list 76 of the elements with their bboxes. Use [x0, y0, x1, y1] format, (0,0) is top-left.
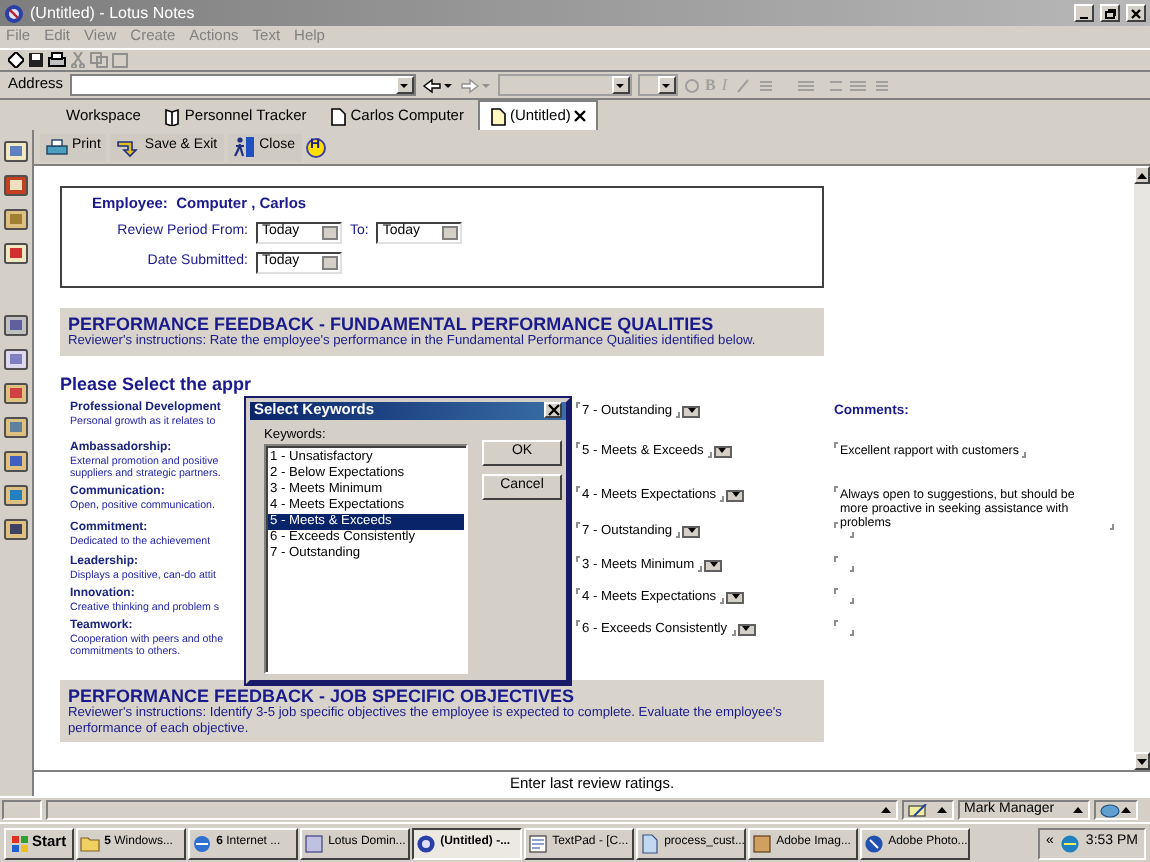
dropdown-arrow-icon: [716, 446, 729, 457]
bookmark-icon[interactable]: [4, 138, 28, 162]
bookmark-icon[interactable]: [4, 346, 28, 370]
bookmark-icon[interactable]: [4, 380, 28, 404]
bookmark-icon[interactable]: [4, 312, 28, 336]
down-arrow-icon: [1136, 757, 1148, 765]
network-icon[interactable]: [1059, 833, 1080, 853]
app-icon: [864, 833, 885, 853]
restore-button[interactable]: [1100, 4, 1120, 22]
printer-icon: [46, 138, 68, 156]
app-icon: [80, 833, 101, 853]
app-icon: [640, 833, 661, 853]
mail-panel[interactable]: [1094, 800, 1138, 820]
bookmark-icon[interactable]: [4, 448, 28, 472]
page-icon: [489, 107, 506, 125]
up-caret-icon: [936, 806, 948, 814]
style-dropdown[interactable]: [497, 74, 632, 96]
windows-logo-icon: [12, 835, 28, 851]
keyword-button[interactable]: [726, 591, 745, 604]
section-title: PERFORMANCE FEEDBACK - JOB SPECIFIC OBJECTIVES: [68, 685, 577, 706]
pen-icon: [908, 803, 928, 817]
dropdown-arrow-icon: [614, 79, 627, 91]
back-arrow-icon[interactable]: [421, 77, 454, 93]
up-arrow-icon: [1136, 171, 1148, 179]
size-dropdown[interactable]: [637, 74, 678, 96]
dropdown-arrow-icon: [740, 624, 753, 635]
bookmark-icon[interactable]: [4, 516, 28, 540]
dropdown-arrow-icon: [707, 560, 720, 571]
keyword-button[interactable]: [713, 445, 732, 458]
section-title: PERFORMANCE FEEDBACK - FUNDAMENTAL PERFORMANCE QUALITIES: [68, 313, 716, 334]
close-icon: [1130, 7, 1142, 19]
dropdown-arrow-icon: [729, 490, 742, 501]
minimize-button[interactable]: [1074, 4, 1094, 22]
new-icon[interactable]: [8, 52, 24, 68]
disk-icon: [1100, 803, 1120, 817]
restore-icon: [1104, 7, 1116, 19]
page-icon: [330, 108, 347, 126]
bookmark-icon[interactable]: [4, 172, 28, 196]
bookmark-icon[interactable]: [4, 240, 28, 264]
app-icon: [416, 833, 437, 853]
app-icon: [192, 833, 213, 853]
keyword-button[interactable]: [737, 623, 756, 636]
bookmark-icon[interactable]: [4, 414, 28, 438]
bookmark-icon[interactable]: [4, 482, 28, 506]
window-title: (Untitled) - Lotus Notes: [30, 3, 197, 23]
app-icon: [752, 833, 773, 853]
dropdown-arrow-icon: [660, 79, 673, 91]
up-caret-icon: [880, 806, 892, 814]
dropdown-arrow-icon: [398, 79, 411, 91]
location-panel[interactable]: [902, 800, 954, 820]
keyword-button[interactable]: [682, 525, 701, 538]
close-icon[interactable]: [574, 110, 587, 122]
bookmark-icon[interactable]: [4, 206, 28, 230]
save-icon[interactable]: [28, 52, 44, 68]
keyword-button[interactable]: [704, 559, 723, 572]
walking-person-icon: [233, 136, 256, 158]
ratings-heading: Please Select the appr: [60, 373, 254, 394]
lotus-notes-logo-icon: [4, 3, 24, 23]
close-button[interactable]: [544, 402, 562, 419]
address-field[interactable]: [69, 74, 416, 96]
print-icon[interactable]: [48, 52, 66, 68]
dropdown-arrow-icon: [685, 526, 698, 537]
arrow-icon: [116, 137, 141, 157]
dropdown-arrow-icon: [685, 406, 698, 417]
keyword-button[interactable]: [682, 405, 701, 418]
book-icon: [164, 108, 181, 126]
x-icon: [547, 404, 559, 417]
dropdown-arrow-icon: [729, 592, 742, 603]
app-icon: [304, 833, 325, 853]
status-panel: [2, 800, 42, 820]
app-icon: [528, 833, 549, 853]
up-caret-icon: [1120, 806, 1132, 814]
vertical-scrollbar[interactable]: [1134, 166, 1150, 770]
status-panel[interactable]: [46, 800, 898, 820]
up-caret-icon: [1072, 806, 1084, 814]
keyword-button[interactable]: [726, 489, 745, 502]
